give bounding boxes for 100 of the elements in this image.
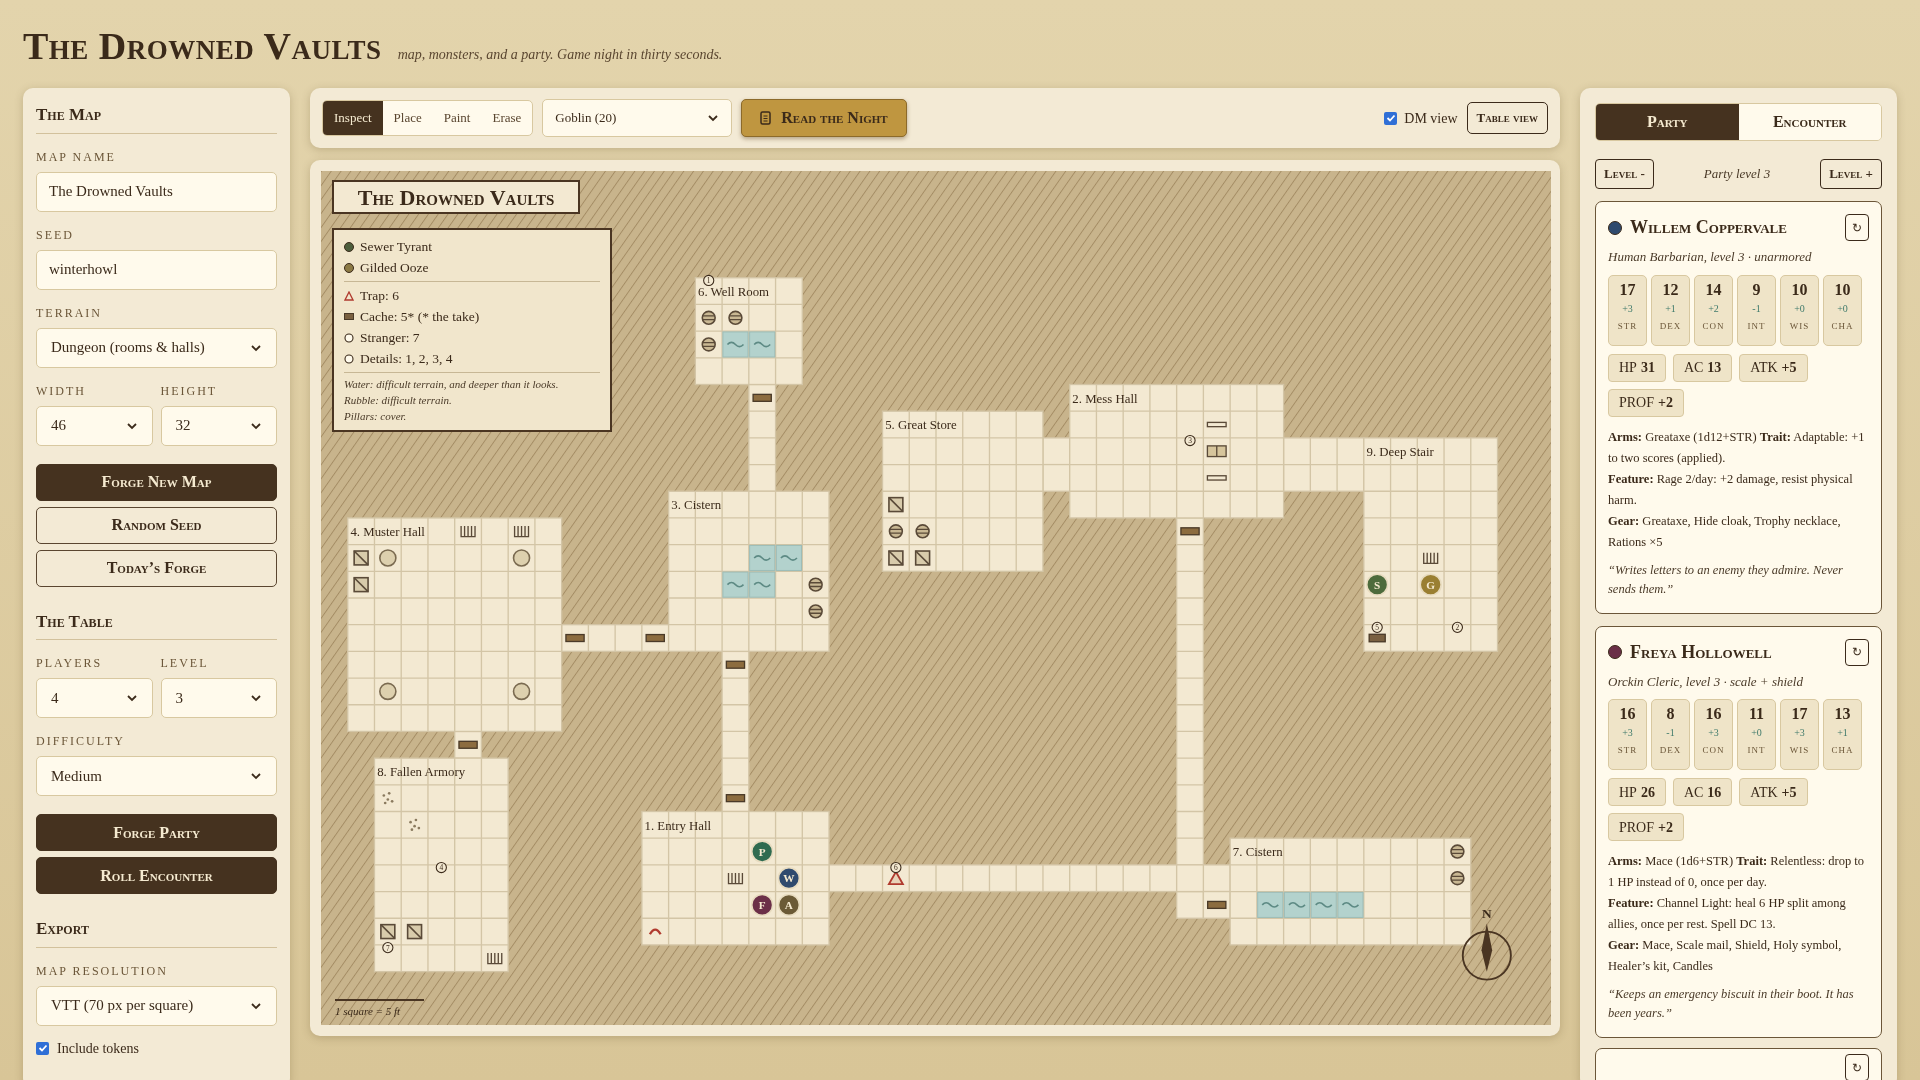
token[interactable] [750, 840, 774, 863]
stat-chip: PROF +2 [1608, 388, 1684, 417]
panel-tab[interactable]: Party [1596, 104, 1739, 140]
rubble-icon [353, 576, 369, 593]
app-tagline: map, monsters, and a party. Game night in thirty seconds. [397, 46, 723, 64]
action-button[interactable]: Forge Party [36, 814, 277, 851]
legend-note: Water: difficult terrain, and deeper than it looks. [344, 377, 560, 392]
field-label: SEED [36, 226, 75, 244]
ability-score: 16 +3 CON [1694, 699, 1733, 770]
corridor-floor [1042, 437, 1071, 492]
brazier-icon [1423, 551, 1439, 564]
reroll-button[interactable]: ↻ [1845, 1054, 1869, 1080]
action-button[interactable]: Today’s Forge [36, 549, 277, 587]
reroll-button[interactable]: ↻ [1845, 638, 1869, 666]
table-view-button[interactable]: Table view [1466, 102, 1548, 134]
action-button[interactable]: Roll Encounter [36, 857, 277, 894]
chevron-icon [125, 692, 138, 704]
water-tile [775, 544, 803, 572]
field-label: HEIGHT [160, 382, 219, 400]
checkbox[interactable] [1384, 111, 1398, 125]
chevron-icon [707, 112, 720, 124]
token-label: F [758, 899, 766, 912]
water-tile [749, 331, 776, 358]
ability-score: 8 -1 DEX [1651, 699, 1690, 770]
ability-score: 17 +3 WIS [1780, 699, 1819, 770]
select-field[interactable]: VTT (70 px per square) [36, 985, 277, 1026]
token-label: P [758, 845, 766, 858]
brazier-icon [513, 525, 530, 538]
room-label: 2. Mess Hall [1072, 391, 1138, 406]
action-button[interactable]: Forge New Map [36, 463, 277, 501]
token[interactable] [777, 867, 801, 890]
room-label: 5. Great Store [885, 418, 957, 433]
barrel-icon [808, 577, 823, 592]
water-tile [722, 331, 749, 358]
token[interactable] [777, 893, 801, 917]
level-up-button[interactable]: Level + [1820, 159, 1882, 189]
ability-score: 16 +3 STR [1608, 699, 1647, 770]
water-tile [749, 544, 776, 572]
field-label: MAP NAME [36, 148, 117, 166]
scale-note: 1 square = 5 ft [335, 998, 425, 1019]
checkbox-label: DM view [1404, 109, 1458, 128]
field-label: TERRAIN [36, 304, 103, 322]
level-down-button[interactable]: Level - [1595, 159, 1654, 189]
field-label: DIFFICULTY [36, 733, 126, 750]
app-title: The Drowned Vaults [23, 24, 382, 69]
character-name: Willem Coppervale [1630, 216, 1787, 239]
detail-marker[interactable]: 3 [1184, 434, 1196, 447]
pillar-icon [512, 549, 531, 567]
detail-marker[interactable]: 4 [435, 861, 447, 874]
tool-tab[interactable]: Place [382, 101, 433, 135]
checkbox-label: Include tokens [57, 1039, 140, 1058]
room-label: 1. Entry Hall [644, 818, 712, 833]
brazier-icon [460, 525, 476, 538]
barrel-icon [1450, 871, 1465, 886]
select-field[interactable]: 46 [36, 405, 153, 446]
field-label: MAP RESOLUTION [36, 962, 169, 980]
select-field[interactable]: Dungeon (rooms & halls) [36, 327, 277, 368]
checkbox[interactable] [36, 1041, 49, 1055]
detail-marker[interactable]: 1 [703, 274, 715, 287]
monster-select[interactable]: Goblin (20) [542, 99, 733, 137]
document-icon [760, 111, 772, 125]
door-icon [725, 794, 746, 803]
triangle-icon [344, 290, 354, 301]
select-field[interactable]: 32 [160, 405, 277, 446]
detail-marker[interactable]: 6 [890, 861, 902, 874]
action-button[interactable]: Random Seed [36, 506, 277, 544]
barrel-icon [888, 524, 904, 539]
token[interactable] [750, 893, 774, 917]
tool-tab[interactable]: Erase [481, 101, 533, 135]
detail-marker[interactable]: 7 [382, 942, 394, 954]
detail-marker[interactable]: 2 [1451, 621, 1464, 633]
barrel-icon [701, 337, 716, 352]
ability-score: 13 +1 CHA [1823, 699, 1862, 770]
room-label: 4. Muster Hall [350, 525, 425, 540]
detail-marker[interactable]: 5 [1371, 621, 1383, 633]
shelf-icon [1206, 421, 1227, 428]
chevron-icon [250, 770, 262, 782]
token-label: G [1426, 578, 1436, 591]
character-detail: Gear: Mace, Scale mail, Shield, Holy symbol, Healer’s kit, Candles [1608, 937, 1843, 975]
chest-icon [1206, 445, 1227, 458]
stat-chip: HP 26 [1608, 778, 1666, 806]
water-tile [722, 571, 749, 598]
select-field[interactable]: 3 [160, 678, 277, 718]
legend-label: Sewer Tyrant [360, 238, 432, 256]
door-icon [645, 633, 665, 643]
rubble-icon [380, 923, 396, 940]
text-field[interactable]: winterhowl [36, 249, 277, 290]
tool-tab[interactable]: Inspect [323, 101, 383, 135]
token[interactable] [1365, 573, 1389, 596]
tool-tab[interactable]: Paint [432, 101, 482, 135]
section-heading: The Map [36, 102, 277, 134]
character-subtitle: Orckin Cleric, level 3 · scale + shield [1608, 672, 1804, 691]
reroll-button[interactable]: ↻ [1845, 214, 1869, 241]
panel-tab[interactable]: Encounter [1738, 104, 1881, 140]
read-night-button[interactable]: Read the Night [741, 99, 907, 137]
select-field[interactable]: 4 [36, 678, 153, 718]
section-heading: The Table [36, 608, 277, 640]
select-field[interactable]: Medium [36, 756, 277, 796]
text-field[interactable]: The Drowned Vaults [36, 171, 277, 212]
character-detail: Feature: Rage 2/day: +2 damage, resist physical harm. [1608, 470, 1854, 509]
